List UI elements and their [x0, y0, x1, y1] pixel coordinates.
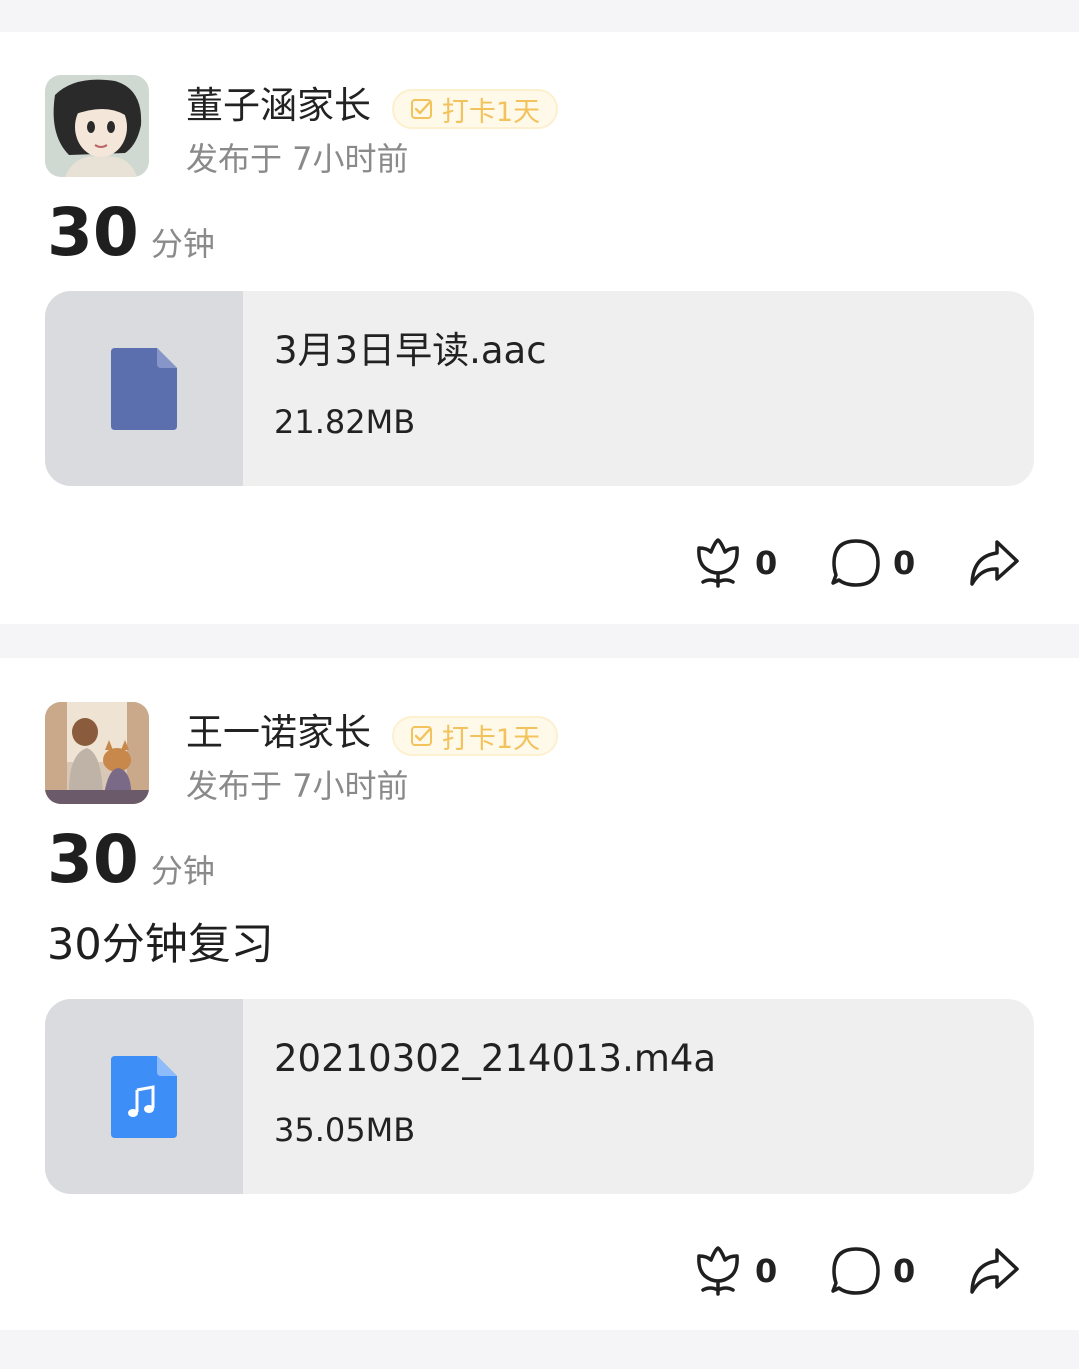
- post-actions: 0 0: [691, 534, 1021, 592]
- flower-icon: [697, 1246, 739, 1296]
- file-thumbnail: [45, 291, 243, 486]
- duration-unit: 分钟: [150, 852, 215, 890]
- avatar-image: [45, 75, 149, 177]
- checkin-badge: 打卡1天: [392, 89, 558, 129]
- avatar[interactable]: [45, 702, 149, 804]
- share-icon: [970, 1248, 1019, 1294]
- file-name: 3月3日早读.aac: [274, 329, 547, 372]
- like-button[interactable]: 0: [691, 1244, 779, 1298]
- like-count: 0: [755, 544, 778, 582]
- flower-icon: [697, 538, 739, 588]
- post-card: 董子涵家长 打卡1天 发布于 7小时前 30 分钟 3月3日早读.aac 21.8…: [0, 32, 1079, 624]
- badge-label: 打卡1天: [441, 723, 541, 755]
- music-file-icon: [111, 1055, 177, 1138]
- duration-unit: 分钟: [150, 225, 215, 263]
- file-info: 20210302_214013.m4a 35.05MB: [243, 999, 1034, 1194]
- file-attachment[interactable]: 20210302_214013.m4a 35.05MB: [45, 999, 1034, 1194]
- avatar[interactable]: [45, 75, 149, 177]
- comment-button[interactable]: 0: [829, 1244, 917, 1298]
- badge-label: 打卡1天: [441, 96, 541, 128]
- avatar-image: [45, 702, 149, 804]
- author-name[interactable]: 王一诺家长: [186, 709, 371, 757]
- duration-value: 30: [47, 821, 139, 898]
- file-info: 3月3日早读.aac 21.82MB: [243, 291, 1034, 486]
- like-button[interactable]: 0: [691, 536, 779, 590]
- comment-icon: [831, 1247, 880, 1295]
- like-count: 0: [755, 1252, 778, 1290]
- file-size: 35.05MB: [274, 1111, 416, 1149]
- post-time: 发布于 7小时前: [186, 140, 409, 178]
- comment-icon: [831, 539, 880, 587]
- file-attachment[interactable]: 3月3日早读.aac 21.82MB: [45, 291, 1034, 486]
- comment-count: 0: [893, 544, 916, 582]
- duration-value: 30: [47, 194, 139, 271]
- file-name: 20210302_214013.m4a: [274, 1037, 717, 1080]
- post-text: 30分钟复习: [47, 920, 274, 970]
- post-actions: 0 0: [691, 1242, 1021, 1300]
- check-icon: [410, 99, 432, 119]
- file-thumbnail: [45, 999, 243, 1194]
- comment-count: 0: [893, 1252, 916, 1290]
- feed: 董子涵家长 打卡1天 发布于 7小时前 30 分钟 3月3日早读.aac 21.8…: [0, 0, 1079, 1369]
- duration: 30 分钟: [47, 194, 215, 272]
- post-time: 发布于 7小时前: [186, 767, 409, 805]
- checkin-badge: 打卡1天: [392, 716, 558, 756]
- share-button[interactable]: [967, 536, 1021, 590]
- author-name[interactable]: 董子涵家长: [186, 82, 371, 130]
- comment-button[interactable]: 0: [829, 536, 917, 590]
- post-card: 王一诺家长 打卡1天 发布于 7小时前 30 分钟 30分钟复习 2021030…: [0, 658, 1079, 1330]
- check-icon: [410, 726, 432, 746]
- file-size: 21.82MB: [274, 403, 416, 441]
- share-button[interactable]: [967, 1244, 1021, 1298]
- duration: 30 分钟: [47, 821, 215, 899]
- file-icon: [111, 347, 177, 430]
- share-icon: [970, 540, 1019, 586]
